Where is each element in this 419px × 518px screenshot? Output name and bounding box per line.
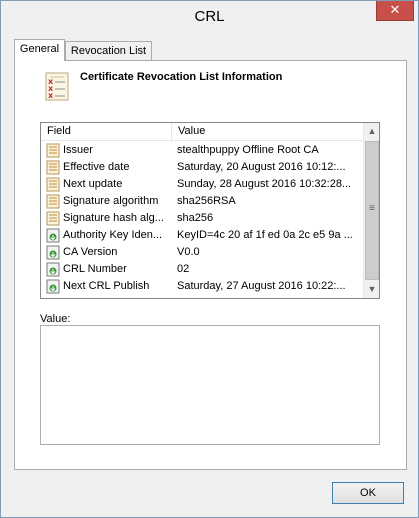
document-icon <box>46 177 60 192</box>
fields-list-view[interactable]: Field Value Issuer stealthpuppy Offline R… <box>40 122 380 299</box>
column-header-value[interactable]: Value <box>172 123 364 141</box>
tab-revocation-list[interactable]: Revocation List <box>65 41 152 61</box>
document-icon <box>46 160 60 175</box>
list-item[interactable]: Signature algorithm sha256RSA <box>41 193 364 210</box>
list-item[interactable]: Next CRL Publish Saturday, 27 August 2016… <box>41 278 364 295</box>
list-item[interactable]: CRL Number 02 <box>41 261 364 278</box>
list-item-value: Saturday, 20 August 2016 10:12:... <box>177 161 346 173</box>
list-item-value: Sunday, 28 August 2016 10:32:28... <box>177 178 352 190</box>
list-item[interactable]: Next update Sunday, 28 August 2016 10:32:… <box>41 176 364 193</box>
crl-info-heading: Certificate Revocation List Information <box>80 71 283 83</box>
list-item-value: sha256 <box>177 212 214 224</box>
extension-icon <box>46 262 60 277</box>
scroll-down-arrow-icon[interactable]: ▼ <box>364 281 379 298</box>
list-item-field: CRL Number <box>63 263 127 275</box>
close-button[interactable]: ✕ <box>376 1 414 21</box>
list-item-value: KeyID=4c 20 af 1f ed 0a 2c e5 9a ... <box>177 229 353 241</box>
scrollbar-thumb[interactable]: ≡ <box>365 141 379 280</box>
scroll-up-arrow-icon[interactable]: ▲ <box>364 123 379 140</box>
list-item[interactable]: Authority Key Iden... KeyID=4c 20 af 1f e… <box>41 227 364 244</box>
tab-revocation-list-label: Revocation List <box>70 45 147 57</box>
tab-general[interactable]: General <box>14 39 65 61</box>
list-item[interactable]: Effective date Saturday, 20 August 2016 1… <box>41 159 364 176</box>
vertical-scrollbar[interactable]: ▲ ≡ ▼ <box>363 123 379 298</box>
list-item-value: Saturday, 27 August 2016 10:22:... <box>177 280 346 292</box>
list-item-field: Next update <box>63 178 123 190</box>
list-item-field: Signature algorithm <box>63 195 159 207</box>
tab-general-label: General <box>19 43 60 55</box>
column-header-field[interactable]: Field <box>41 123 172 141</box>
list-item-value: stealthpuppy Offline Root CA <box>177 144 319 156</box>
list-item-field: Next CRL Publish <box>63 280 150 292</box>
window-title: CRL <box>194 8 225 25</box>
value-label: Value: <box>40 313 71 325</box>
ok-button[interactable]: OK <box>332 482 404 504</box>
list-header: Field Value <box>41 123 364 141</box>
grip-icon: ≡ <box>369 203 375 214</box>
title-bar: CRL ✕ <box>1 1 418 33</box>
close-icon: ✕ <box>389 2 401 17</box>
certificate-list-icon: x x x <box>45 72 69 101</box>
list-item-field: Signature hash alg... <box>63 212 164 224</box>
list-item-field: Authority Key Iden... <box>63 229 163 241</box>
list-item-field: CA Version <box>63 246 118 258</box>
list-item[interactable]: CA Version V0.0 <box>41 244 364 261</box>
svg-text:x: x <box>48 91 54 100</box>
crl-dialog-window: CRL ✕ General Revocation List x x x Cert… <box>0 0 419 518</box>
list-item-value: V0.0 <box>177 246 200 258</box>
list-item[interactable]: Signature hash alg... sha256 <box>41 210 364 227</box>
list-item-field: Issuer <box>63 144 93 156</box>
extension-icon <box>46 228 60 243</box>
document-icon <box>46 143 60 158</box>
list-item-value: 02 <box>177 263 190 275</box>
document-icon <box>46 211 60 226</box>
document-icon <box>46 194 60 209</box>
list-item[interactable]: Issuer stealthpuppy Offline Root CA <box>41 142 364 159</box>
extension-icon <box>46 279 60 294</box>
value-textbox[interactable] <box>40 325 380 445</box>
extension-icon <box>46 245 60 260</box>
list-item-value: sha256RSA <box>177 195 236 207</box>
list-item-field: Effective date <box>63 161 130 173</box>
list-rows: Issuer stealthpuppy Offline Root CA Effect… <box>41 142 364 295</box>
